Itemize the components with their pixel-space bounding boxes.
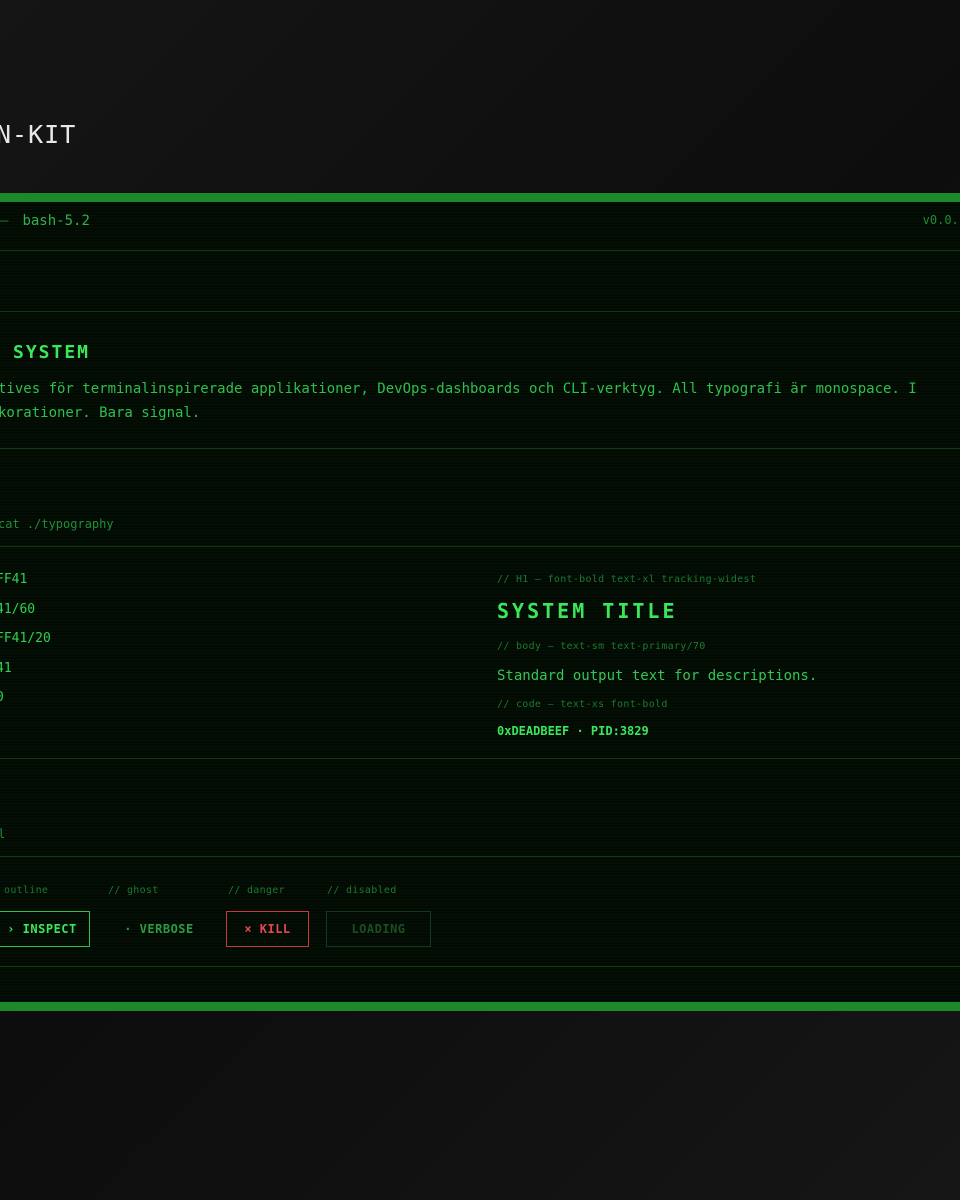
- kit-title: N-KIT: [0, 120, 77, 149]
- controls-command: l: [0, 827, 5, 841]
- loading-button: LOADING: [326, 911, 431, 947]
- body-comment: // body — text-sm text-primary/70: [497, 641, 706, 652]
- h1-comment: // H1 — font-bold text-xl tracking-wides…: [497, 574, 757, 585]
- divider: [0, 758, 960, 759]
- inspect-button[interactable]: › INSPECT: [0, 911, 90, 947]
- typography-command: cat ./typography: [0, 517, 114, 531]
- color-token: FF41: [0, 572, 28, 587]
- hero-title: SYSTEM: [13, 342, 91, 363]
- color-token: 41: [0, 661, 12, 676]
- divider: [0, 966, 960, 967]
- titlebar-dash: —: [0, 213, 9, 229]
- shell-label: bash-5.2: [22, 213, 90, 229]
- code-comment: // code — text-xs font-bold: [497, 699, 668, 710]
- divider: [0, 546, 960, 547]
- divider: [0, 856, 960, 857]
- danger-comment: // danger: [228, 885, 285, 896]
- terminal-window: — bash-5.2 v0.0.1 SYSTEM tives för termin…: [0, 193, 960, 1011]
- code-sample: 0xDEADBEEF · PID:3829: [497, 724, 649, 738]
- hero-desc-line-2: korationer. Bara signal.: [0, 405, 201, 421]
- disabled-comment: // disabled: [327, 885, 397, 896]
- ghost-comment: // ghost: [108, 885, 159, 896]
- kill-button[interactable]: × KILL: [226, 911, 309, 947]
- divider: [0, 250, 960, 251]
- verbose-button[interactable]: · VERBOSE: [110, 911, 208, 947]
- color-token: 0: [0, 690, 4, 705]
- color-token: FF41/20: [0, 631, 51, 646]
- titlebar-shell: — bash-5.2: [0, 213, 90, 229]
- scanline-overlay: [0, 202, 960, 1002]
- hero-desc-line-1: tives för terminalinspirerade applikatio…: [0, 381, 917, 397]
- version-label: v0.0.1: [922, 213, 960, 227]
- color-token: 41/60: [0, 602, 36, 617]
- divider: [0, 448, 960, 449]
- hero-description: tives för terminalinspirerade applikatio…: [0, 377, 960, 425]
- divider: [0, 311, 960, 312]
- h1-sample: SYSTEM TITLE: [497, 599, 678, 623]
- body-sample: Standard output text for descriptions.: [497, 668, 818, 684]
- outline-comment: outline: [4, 885, 49, 896]
